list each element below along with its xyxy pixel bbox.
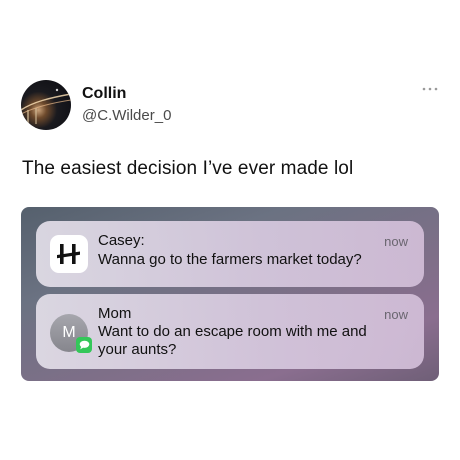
notification-time: now [384,307,408,322]
messages-app-icon [76,337,92,353]
notifications-screenshot[interactable]: Casey: Wanna go to the farmers market to… [21,207,439,381]
notification-title: Mom [98,305,132,322]
tweet-card: Collin @C.Wilder_0 The easiest decision … [0,0,460,460]
notification-body: Want to do an escape room with me and yo… [98,323,367,358]
notification-body: Wanna go to the farmers market today? [98,251,362,268]
notification-card[interactable]: Casey: Wanna go to the farmers market to… [36,221,424,287]
notification-time: now [384,234,408,249]
hinge-app-icon [50,235,88,273]
night-road-photo-icon [21,88,71,124]
notification-card[interactable]: M Mom Want to do an escape room with me … [36,294,424,369]
author-handle[interactable]: @C.Wilder_0 [82,107,171,124]
author-name[interactable]: Collin [82,85,126,103]
notification-title: Casey: [98,232,145,249]
tweet-text: The easiest decision I’ve ever made lol [22,158,354,179]
more-horizontal-icon[interactable] [421,86,439,92]
author-avatar[interactable] [21,80,71,130]
